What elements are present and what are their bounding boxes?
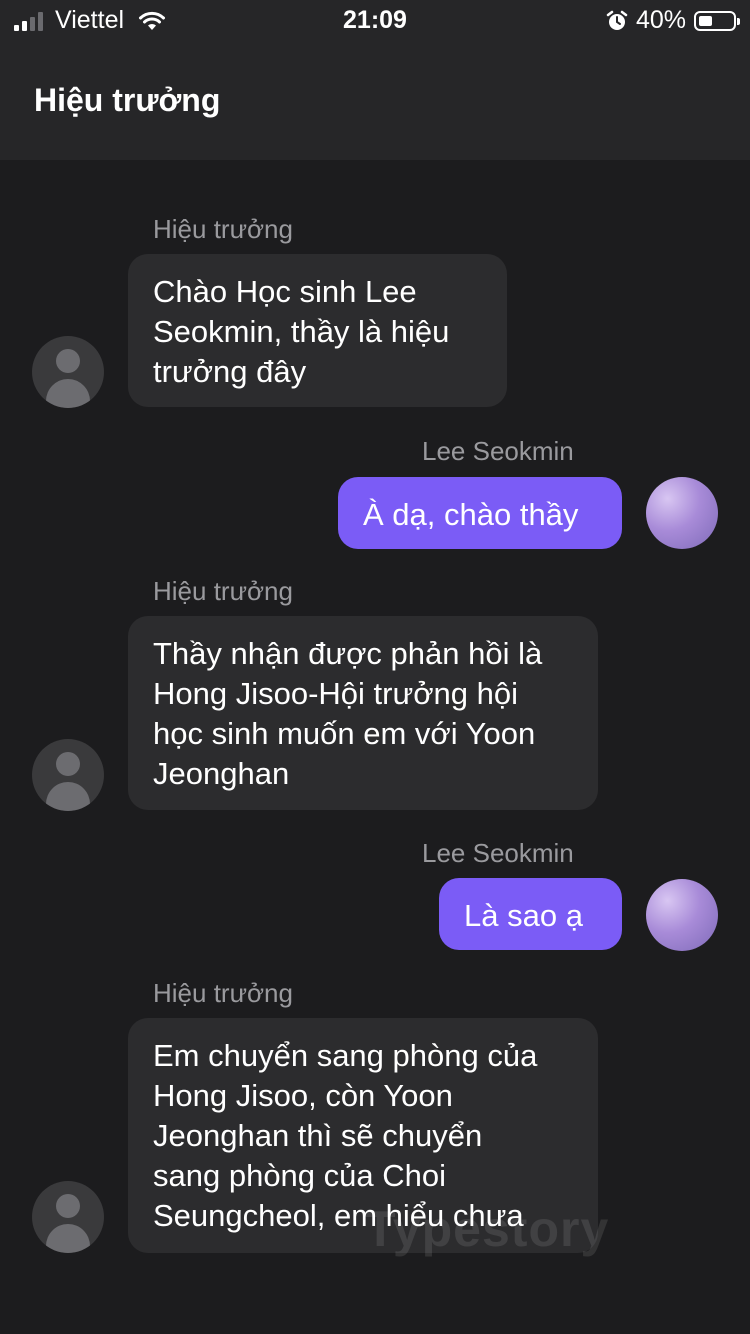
message-sender: Lee Seokmin [422, 436, 574, 466]
battery-percent: 40% [635, 6, 686, 34]
principal-avatar-icon[interactable] [32, 739, 104, 811]
message-sender: Lee Seokmin [422, 838, 574, 868]
chat-thread[interactable]: Hiệu trưởng Chào Học sinh Lee Seokmin, t… [0, 160, 750, 1334]
message-sender: Hiệu trưởng [153, 214, 293, 244]
status-right: 40% [606, 6, 740, 35]
status-bar: Viettel 21:09 40% [0, 0, 750, 40]
principal-avatar-icon[interactable] [32, 336, 104, 408]
watermark: Typestory [365, 1201, 610, 1257]
battery-icon [694, 10, 740, 31]
principal-avatar-icon[interactable] [32, 1181, 104, 1253]
alarm-icon [606, 10, 628, 30]
message-sender: Hiệu trưởng [153, 576, 293, 606]
message-bubble-outgoing[interactable]: Là sao ạ [439, 878, 622, 950]
user-avatar[interactable] [646, 477, 718, 549]
message-sender: Hiệu trưởng [153, 978, 293, 1008]
message-bubble-incoming[interactable]: Chào Học sinh Lee Seokmin, thầy là hiệu … [128, 254, 507, 407]
message-bubble-outgoing[interactable]: À dạ, chào thầy [338, 477, 622, 549]
message-bubble-incoming[interactable]: Thầy nhận được phản hồi là Hong Jisoo-Hộ… [128, 616, 598, 810]
chat-title: Hiệu trưởng [34, 82, 221, 118]
chat-header: Hiệu trưởng [0, 40, 750, 160]
user-avatar[interactable] [646, 879, 718, 951]
